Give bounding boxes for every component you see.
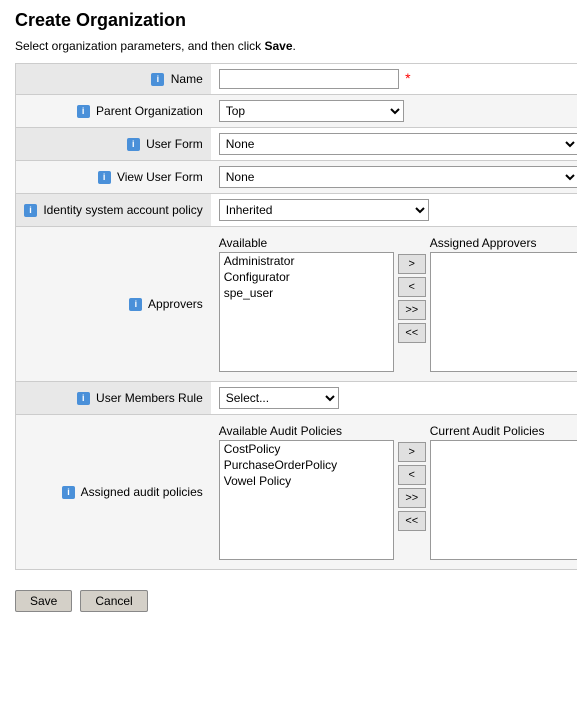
approvers-label: i Approvers [16,227,211,382]
audit-available-label: Available Audit Policies [219,424,394,438]
move-all-left-button[interactable]: << [398,323,426,343]
view-user-form-value-cell: None [211,161,577,194]
user-form-label: i User Form [16,128,211,161]
approvers-value-cell: Available Administrator Configurator spe… [211,227,577,382]
user-form-select[interactable]: None [219,133,577,155]
identity-policy-value-cell: Inherited [211,194,577,227]
approvers-available-list[interactable]: Administrator Configurator spe_user [219,252,394,372]
list-item[interactable]: CostPolicy [220,441,393,457]
audit-policies-label: i Assigned audit policies [16,415,211,570]
save-button[interactable]: Save [15,590,72,612]
view-user-form-label: i View User Form [16,161,211,194]
list-item[interactable]: Configurator [220,269,393,285]
audit-arrow-buttons: > < >> << [398,424,426,531]
list-item[interactable]: Vowel Policy [220,473,393,489]
audit-policies-info-icon[interactable]: i [62,486,75,499]
audit-move-right-button[interactable]: > [398,442,426,462]
view-user-form-info-icon[interactable]: i [98,171,111,184]
approvers-available-label: Available [219,236,394,250]
name-value-cell: * [211,64,577,95]
identity-policy-select[interactable]: Inherited [219,199,429,221]
user-members-rule-label: i User Members Rule [16,382,211,415]
approvers-assigned-label: Assigned Approvers [430,236,577,250]
audit-current-list[interactable] [430,440,577,560]
audit-available-list[interactable]: CostPolicy PurchaseOrderPolicy Vowel Pol… [219,440,394,560]
list-item[interactable]: PurchaseOrderPolicy [220,457,393,473]
name-input[interactable] [219,69,399,89]
audit-move-all-left-button[interactable]: << [398,511,426,531]
user-members-rule-select[interactable]: Select... [219,387,339,409]
parent-org-value-cell: Top [211,95,577,128]
list-item[interactable]: spe_user [220,285,393,301]
identity-policy-label: i Identity system account policy [16,194,211,227]
audit-move-left-button[interactable]: < [398,465,426,485]
approvers-info-icon[interactable]: i [129,298,142,311]
page-title: Create Organization [15,10,562,31]
intro-text: Select organization parameters, and then… [15,39,562,53]
identity-policy-info-icon[interactable]: i [24,204,37,217]
name-label: i Name [16,64,211,95]
form-actions: Save Cancel [15,585,562,617]
approvers-assigned-list[interactable] [430,252,577,372]
parent-org-info-icon[interactable]: i [77,105,90,118]
user-members-rule-value-cell: Select... [211,382,577,415]
cancel-button[interactable]: Cancel [80,590,147,612]
parent-org-label: i Parent Organization [16,95,211,128]
audit-current-label: Current Audit Policies [430,424,577,438]
parent-org-select[interactable]: Top [219,100,404,122]
audit-move-all-right-button[interactable]: >> [398,488,426,508]
required-star: * [405,70,410,86]
view-user-form-select[interactable]: None [219,166,577,188]
move-right-button[interactable]: > [398,254,426,274]
audit-policies-value-cell: Available Audit Policies CostPolicy Purc… [211,415,577,570]
approvers-arrow-buttons: > < >> << [398,236,426,343]
user-members-rule-info-icon[interactable]: i [77,392,90,405]
name-info-icon[interactable]: i [151,73,164,86]
user-form-info-icon[interactable]: i [127,138,140,151]
user-form-value-cell: None [211,128,577,161]
move-all-right-button[interactable]: >> [398,300,426,320]
list-item[interactable]: Administrator [220,253,393,269]
move-left-button[interactable]: < [398,277,426,297]
